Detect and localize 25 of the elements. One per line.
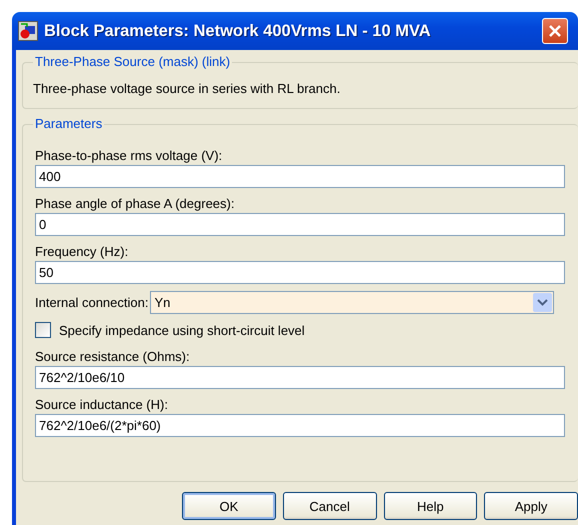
dialog-button[interactable]: Help	[384, 492, 478, 520]
input-field[interactable]: 50	[35, 261, 565, 284]
dialog-button[interactable]: OK	[182, 492, 276, 520]
close-icon	[548, 24, 562, 38]
close-button[interactable]	[542, 18, 568, 44]
input-field[interactable]: 400	[35, 165, 565, 188]
field-label: Frequency (Hz):	[35, 244, 130, 259]
field-label: Phase angle of phase A (degrees):	[35, 196, 236, 211]
group-legend: Parameters	[33, 116, 104, 131]
checkbox[interactable]	[35, 322, 51, 338]
dialog-button[interactable]: Cancel	[282, 492, 376, 520]
description-text: Three-phase voltage source in series with RL branch.	[32, 80, 342, 98]
group-legend: Three-Phase Source (mask) (link)	[33, 54, 232, 69]
input-field[interactable]: 762^2/10e6/(2*pi*60)	[35, 414, 565, 437]
dropdown[interactable]: Yn	[150, 291, 554, 314]
input-field[interactable]: 0	[35, 213, 565, 236]
field-label: Phase-to-phase rms voltage (V):	[35, 148, 224, 163]
field-label: Source inductance (H):	[35, 397, 169, 412]
field-label: Internal connection:	[35, 295, 148, 310]
block-icon	[18, 21, 38, 41]
window-title: Block Parameters: Network 400Vrms LN - 10 MVA	[44, 22, 432, 40]
dialog-button[interactable]: Apply	[484, 492, 578, 520]
checkbox-label: Specify impedance using short-circuit level	[59, 322, 305, 338]
input-field[interactable]: 762^2/10e6/10	[35, 366, 565, 389]
field-label: Source resistance (Ohms):	[35, 349, 191, 364]
